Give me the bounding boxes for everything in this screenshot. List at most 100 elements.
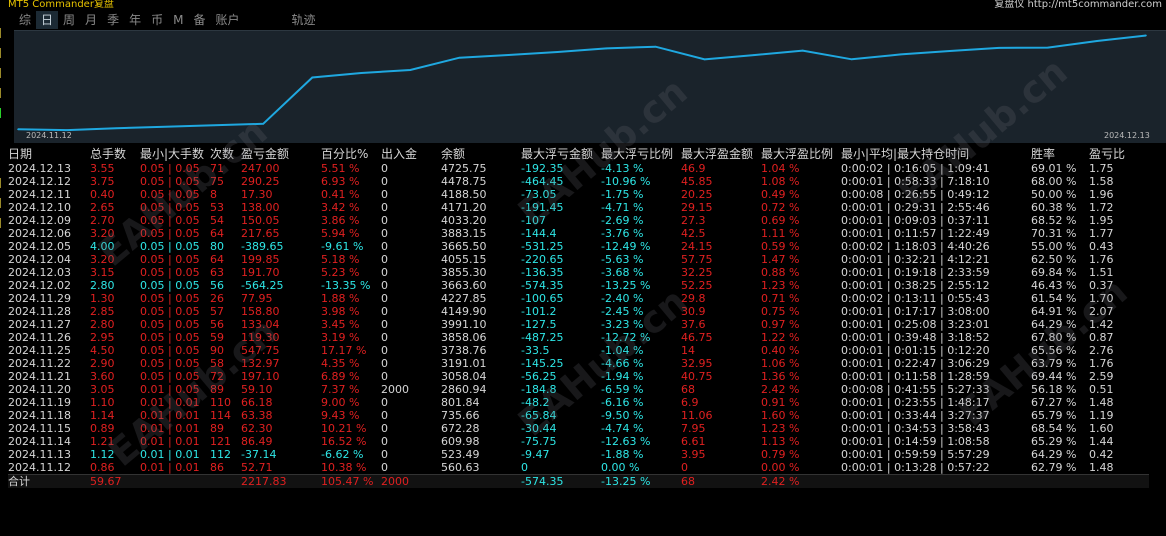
tab-quarter[interactable]: 季: [102, 11, 124, 29]
table-cell: 17.30: [241, 188, 273, 201]
table-row[interactable]: 2024.11.12 0.86 0.01 | 0.01 86 52.71 10.38 % 0…: [8, 461, 1149, 475]
table-cell: 2024.12.11: [8, 188, 71, 201]
table-cell: 0.79 %: [761, 448, 800, 461]
tab-summary[interactable]: 综: [14, 11, 36, 29]
table-cell: 0.05 | 0.05: [140, 214, 200, 227]
table-row[interactable]: 2024.11.20 3.05 0.01 | 0.05 89 59.10 7.37 % 20…: [8, 383, 1149, 396]
column-header[interactable]: 盈亏金额: [241, 145, 321, 162]
table-cell: 65.56 %: [1031, 344, 1077, 357]
table-cell: 5.94 %: [321, 227, 360, 240]
table-cell: 1.72: [1089, 201, 1114, 214]
table-row[interactable]: 2024.11.19 1.10 0.01 | 0.01 110 66.18 9.00 % 0…: [8, 396, 1149, 409]
tab-week[interactable]: 周: [58, 11, 80, 29]
table-cell: 5.18 %: [321, 253, 360, 266]
table-cell: 0: [381, 253, 388, 266]
table-cell: -37.14: [241, 448, 277, 461]
table-row[interactable]: 2024.12.11 0.40 0.05 | 0.05 8 17.30 0.41 % 0 41…: [8, 188, 1149, 201]
table-row[interactable]: 2024.12.06 3.20 0.05 | 0.05 64 217.65 5.94 % 0…: [8, 227, 1149, 240]
table-row[interactable]: 2024.12.10 2.65 0.05 | 0.05 53 138.00 3.42 % 0…: [8, 201, 1149, 214]
tab-account[interactable]: 账户: [210, 11, 244, 29]
tab-symbol[interactable]: 币: [146, 11, 168, 29]
tab-trajectory[interactable]: 轨迹: [287, 11, 321, 29]
table-cell: -13.35 %: [321, 279, 371, 292]
table-row[interactable]: 2024.12.05 4.00 0.05 | 0.05 80 -389.65 -9.61 …: [8, 240, 1149, 253]
table-cell: 217.65: [241, 227, 280, 240]
column-header[interactable]: 次数: [210, 145, 241, 162]
table-cell: 0: [681, 461, 688, 474]
table-cell: 9.43 %: [321, 409, 360, 422]
table-cell: 29.15: [681, 201, 713, 214]
table-cell: 4725.75: [441, 162, 487, 175]
table-cell: -12.63 %: [601, 435, 651, 448]
table-row[interactable]: 2024.12.12 3.75 0.05 | 0.05 75 290.25 6.93 % 0…: [8, 175, 1149, 188]
table-cell: 0.05 | 0.05: [140, 266, 200, 279]
tab-magic[interactable]: M: [168, 11, 188, 29]
table-row[interactable]: 2024.11.22 2.90 0.05 | 0.05 58 132.97 4.35 % 0…: [8, 357, 1149, 370]
table-cell: 114: [210, 409, 231, 422]
column-header[interactable]: 出入金: [381, 145, 441, 162]
table-cell: 2024.12.09: [8, 214, 71, 227]
table-cell: 1.04 %: [761, 162, 800, 175]
column-header[interactable]: 百分比%: [321, 145, 381, 162]
table-row[interactable]: 2024.11.21 3.60 0.05 | 0.05 72 197.10 6.89 % 0…: [8, 370, 1149, 383]
column-header[interactable]: 胜率: [1031, 145, 1089, 162]
table-cell: 0:00:01 | 0:13:28 | 0:57:22: [841, 461, 990, 474]
table-cell: 52.71: [241, 461, 273, 474]
tab-year[interactable]: 年: [124, 11, 146, 29]
table-cell: 0: [381, 292, 388, 305]
tab-day[interactable]: 日: [36, 11, 59, 29]
column-header[interactable]: 最大浮亏比例: [601, 145, 681, 162]
table-row[interactable]: 2024.12.02 2.80 0.05 | 0.05 56 -564.25 -13.35…: [8, 279, 1149, 292]
table-row[interactable]: 2024.11.13 1.12 0.01 | 0.01 112 -37.14 -6.62 …: [8, 448, 1149, 461]
table-cell: 0: [381, 357, 388, 370]
table-cell: 2.42 %: [761, 383, 800, 396]
total-cell: [1031, 474, 1089, 488]
column-header[interactable]: 余额: [441, 145, 521, 162]
column-header[interactable]: 盈亏比: [1089, 145, 1149, 162]
table-cell: -4.74 %: [601, 422, 644, 435]
table-row[interactable]: 2024.11.25 4.50 0.05 | 0.05 90 547.75 17.17 %…: [8, 344, 1149, 357]
table-cell: 0.40: [90, 188, 115, 201]
table-cell: 3.75: [90, 175, 115, 188]
table-row[interactable]: 2024.12.13 3.55 0.05 | 0.05 71 247.00 5.51 % 0…: [8, 162, 1149, 175]
table-cell: 0.87: [1089, 331, 1114, 344]
table-cell: 10.38 %: [321, 461, 367, 474]
table-cell: 32.95: [681, 357, 713, 370]
tab-month[interactable]: 月: [80, 11, 102, 29]
table-row[interactable]: 2024.11.14 1.21 0.01 | 0.01 121 86.49 16.52 %…: [8, 435, 1149, 448]
table-cell: 2.85: [90, 305, 115, 318]
table-cell: 4478.75: [441, 175, 487, 188]
title-bar: MT5 Commander复盘 复盘仪 http://mt5commander.…: [0, 0, 1166, 10]
chart-start-date: 2024.11.12: [26, 131, 72, 140]
table-cell: 0.01 | 0.01: [140, 396, 200, 409]
table-cell: 4227.85: [441, 292, 487, 305]
column-header[interactable]: 最小|大手数: [140, 145, 210, 162]
table-cell: 1.13 %: [761, 435, 800, 448]
column-header[interactable]: 日期: [8, 145, 90, 162]
table-row[interactable]: 2024.11.18 1.14 0.01 | 0.01 114 63.38 9.43 % 0…: [8, 409, 1149, 422]
balance-point: [17, 128, 19, 131]
table-cell: 56: [210, 279, 224, 292]
table-cell: 0:00:08 | 0:41:55 | 5:27:33: [841, 383, 990, 396]
table-row[interactable]: 2024.11.29 1.30 0.05 | 0.05 26 77.95 1.88 % 0 4…: [8, 292, 1149, 305]
tab-comment[interactable]: 备: [188, 11, 210, 29]
table-row[interactable]: 2024.12.09 2.70 0.05 | 0.05 54 150.05 3.86 % 0…: [8, 214, 1149, 227]
table-row[interactable]: 2024.12.04 3.20 0.05 | 0.05 64 199.85 5.18 % 0…: [8, 253, 1149, 266]
table-cell: -1.04 %: [601, 344, 644, 357]
table-cell: -75.75: [521, 435, 557, 448]
table-row[interactable]: 2024.11.28 2.85 0.05 | 0.05 57 158.80 3.98 % 0…: [8, 305, 1149, 318]
table-cell: 42.5: [681, 227, 706, 240]
column-header[interactable]: 最小|平均|最大持仓时间: [841, 145, 1031, 162]
column-header[interactable]: 最大浮亏金额: [521, 145, 601, 162]
column-header[interactable]: 最大浮盈金额: [681, 145, 761, 162]
daily-stats-table: 日期 总手数 最小|大手数 次数 盈亏金额 百分比% 出入金 余额 最大浮亏金额 最大浮亏比例 最大…: [8, 145, 1149, 488]
balance-point: [409, 69, 412, 71]
table-row[interactable]: 2024.11.27 2.80 0.05 | 0.05 56 133.04 3.45 % 0…: [8, 318, 1149, 331]
table-row[interactable]: 2024.12.03 3.15 0.05 | 0.05 63 191.70 5.23 % 0…: [8, 266, 1149, 279]
table-row[interactable]: 2024.11.15 0.89 0.01 | 0.01 89 62.30 10.21 % 0…: [8, 422, 1149, 435]
table-row[interactable]: 2024.11.26 2.95 0.05 | 0.05 59 119.30 3.19 % 0…: [8, 331, 1149, 344]
column-header[interactable]: 最大浮盈比例: [761, 145, 841, 162]
table-cell: 0: [381, 175, 388, 188]
column-header[interactable]: 总手数: [90, 145, 140, 162]
table-cell: 50.00 %: [1031, 188, 1077, 201]
